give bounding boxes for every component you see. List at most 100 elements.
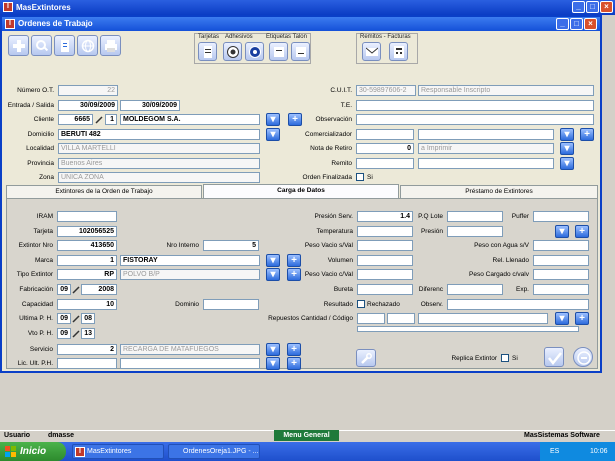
tab-carga-datos[interactable]: Carga de Datos (203, 184, 399, 198)
presion-field[interactable] (447, 226, 503, 237)
new-button[interactable] (8, 35, 29, 56)
capacidad-field[interactable]: 10 (57, 299, 117, 310)
peso-agua-field[interactable] (533, 240, 589, 251)
comercializador-add-button[interactable]: + (580, 128, 594, 141)
search-button[interactable] (31, 35, 52, 56)
repuestos-add-button[interactable]: + (575, 312, 589, 325)
fabricacion-anio-field[interactable]: 2008 (81, 284, 117, 295)
presion-serv-field[interactable]: 1.4 (357, 211, 413, 222)
repuestos-list[interactable] (357, 326, 579, 332)
tab-prestamo-extintores[interactable]: Préstamo de Extintores (400, 185, 598, 198)
window-minimize-button[interactable]: _ (556, 18, 569, 30)
task-masextintores[interactable]: MasExtintores (72, 444, 164, 459)
volumen-field[interactable] (357, 255, 413, 266)
te-field[interactable] (356, 100, 594, 111)
close-button[interactable]: × (600, 1, 613, 13)
lic-dropdown-button[interactable]: ▾ (266, 357, 280, 370)
tools-button[interactable] (356, 349, 376, 367)
presion-dropdown-button[interactable]: ▾ (555, 225, 569, 238)
cliente-nombre-field[interactable]: MOLDEGOM S.A. (120, 114, 260, 125)
comercializador-codigo-field[interactable] (356, 129, 414, 140)
domicilio-field[interactable]: BERUTI 482 (58, 129, 260, 140)
factura-button[interactable] (389, 42, 408, 61)
window-close-button[interactable]: × (584, 18, 597, 30)
rechazado-checkbox[interactable] (357, 300, 365, 308)
tarjetas-button[interactable] (198, 42, 217, 61)
marca-nombre-field[interactable]: FISTORAY (120, 255, 260, 266)
exp-field[interactable] (533, 284, 589, 295)
diferenc-field[interactable] (447, 284, 503, 295)
cliente-dropdown-button[interactable]: ▾ (266, 113, 280, 126)
cliente-codigo-field[interactable]: 6665 (58, 114, 93, 125)
observ-field[interactable] (447, 299, 589, 310)
puffer-field[interactable] (533, 211, 589, 222)
print-button[interactable] (100, 35, 121, 56)
domicilio-dropdown-button[interactable]: ▾ (266, 128, 280, 141)
comercializador-dropdown-button[interactable]: ▾ (560, 128, 574, 141)
tab-extintores-orden[interactable]: Extintores de la Orden de Trabajo (6, 185, 202, 198)
export-button[interactable] (54, 35, 75, 56)
lic-ult-ph-field[interactable] (57, 358, 117, 369)
repuestos-codigo-field[interactable] (387, 313, 415, 324)
minimize-button[interactable]: _ (572, 1, 585, 13)
pencil-icon[interactable] (95, 116, 103, 124)
maximize-button[interactable]: □ (586, 1, 599, 13)
adhesivo-2-button[interactable] (245, 42, 264, 61)
peso-vacio-cval-field[interactable] (357, 269, 413, 280)
pencil-icon[interactable] (72, 330, 80, 338)
ultima-ph-mes-field[interactable]: 09 (57, 313, 71, 324)
vto-ph-mes-field[interactable]: 09 (57, 328, 71, 339)
nota-retiro-field[interactable]: 0 (356, 143, 414, 154)
tarjeta-field[interactable]: 102056525 (57, 226, 117, 237)
iram-field[interactable] (57, 211, 117, 222)
task-ordenes-image[interactable]: OrdenesOreja1.JPG - ... (168, 444, 260, 459)
dominio-field[interactable] (203, 299, 259, 310)
pencil-icon[interactable] (72, 286, 80, 294)
fabricacion-mes-field[interactable]: 09 (57, 284, 71, 295)
globe-button[interactable] (77, 35, 98, 56)
etiqueta-1-button[interactable] (269, 42, 288, 61)
comercializador-nombre-field[interactable] (418, 129, 554, 140)
nro-interno-field[interactable]: 5 (203, 240, 259, 251)
replica-extintor-checkbox[interactable] (501, 354, 509, 362)
menu-general-button[interactable]: Menu General (274, 430, 339, 441)
lic-ult-ph-nombre-field[interactable] (120, 358, 260, 369)
presion-add-button[interactable]: + (575, 225, 589, 238)
pencil-icon[interactable] (72, 315, 80, 323)
remito-nombre-field[interactable] (418, 158, 554, 169)
rel-llenado-field[interactable] (533, 255, 589, 266)
observacion-field[interactable] (356, 114, 594, 125)
tipo-dropdown-button[interactable]: ▾ (266, 268, 280, 281)
remito-mail-button[interactable] (362, 42, 381, 61)
repuestos-descripcion-field[interactable] (418, 313, 548, 324)
marca-codigo-field[interactable]: 1 (57, 255, 117, 266)
peso-vacio-val-field[interactable] (357, 240, 413, 251)
nota-retiro-dropdown-button[interactable]: ▾ (560, 142, 574, 155)
servicio-codigo-field[interactable]: 2 (57, 344, 117, 355)
remito-codigo-field[interactable] (356, 158, 414, 169)
temperatura-field[interactable] (357, 226, 413, 237)
pq-lote-field[interactable] (447, 211, 503, 222)
bureta-field[interactable] (357, 284, 413, 295)
peso-cargado-field[interactable] (533, 269, 589, 280)
language-indicator[interactable]: ES (550, 442, 559, 461)
entrada-field[interactable]: 30/09/2009 (58, 100, 118, 111)
vto-ph-anio-field[interactable]: 13 (81, 328, 95, 339)
servicio-dropdown-button[interactable]: ▾ (266, 343, 280, 356)
stop-button[interactable] (573, 347, 593, 367)
servicio-add-button[interactable]: + (287, 343, 301, 356)
confirm-button[interactable] (544, 347, 564, 367)
tipo-codigo-field[interactable]: RP (57, 269, 117, 280)
remito-dropdown-button[interactable]: ▾ (560, 157, 574, 170)
numero-ot-field[interactable]: 22 (58, 85, 118, 96)
adhesivo-1-button[interactable] (223, 42, 242, 61)
orden-finalizada-checkbox[interactable] (356, 173, 364, 181)
repuestos-cantidad-field[interactable] (357, 313, 385, 324)
marca-dropdown-button[interactable]: ▾ (266, 254, 280, 267)
cliente-sub-field[interactable]: 1 (105, 114, 117, 125)
ultima-ph-anio-field[interactable]: 08 (81, 313, 95, 324)
extintor-nro-field[interactable]: 413650 (57, 240, 117, 251)
salida-field[interactable]: 30/09/2009 (120, 100, 180, 111)
repuestos-dropdown-button[interactable]: ▾ (555, 312, 569, 325)
lic-add-button[interactable]: + (287, 357, 301, 370)
